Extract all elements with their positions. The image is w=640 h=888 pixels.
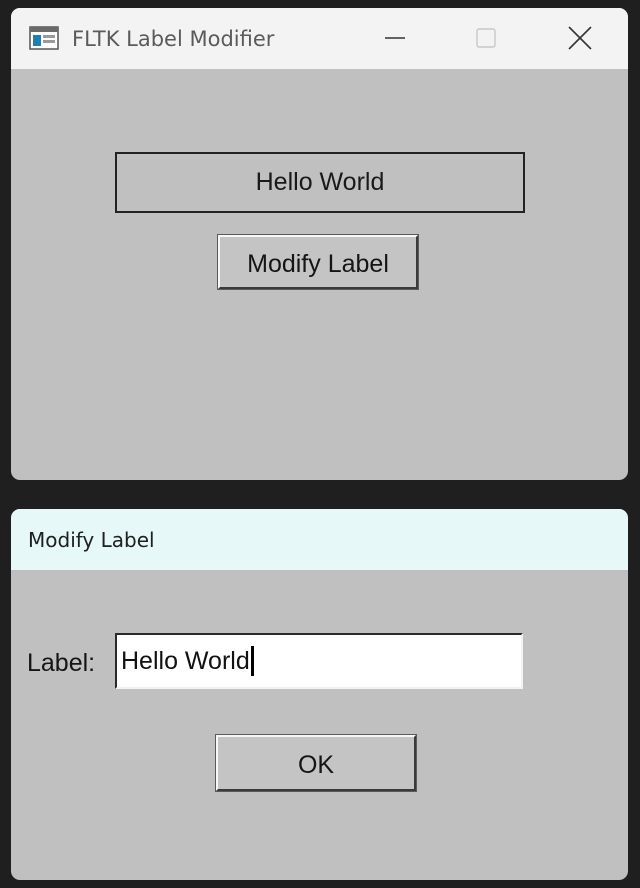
text-caret: [250, 645, 254, 676]
maximize-button[interactable]: [466, 18, 506, 58]
main-window: FLTK Label Modifier Hello World Modify L…: [11, 8, 628, 480]
ok-button[interactable]: OK: [216, 735, 416, 791]
dialog-title: Modify Label: [28, 528, 155, 552]
hello-label-box: Hello World: [115, 152, 525, 213]
main-titlebar[interactable]: FLTK Label Modifier: [11, 8, 628, 69]
dialog-titlebar[interactable]: Modify Label: [11, 509, 628, 570]
modify-label-dialog: Modify Label Label: Hello World OK: [11, 509, 628, 880]
label-field-label: Label:: [27, 649, 96, 677]
close-icon: [568, 26, 592, 50]
label-input[interactable]: Hello World: [115, 633, 523, 689]
minimize-icon: [385, 37, 405, 39]
minimize-button[interactable]: [375, 18, 415, 58]
app-window-icon: [29, 26, 59, 50]
modify-label-button[interactable]: Modify Label: [218, 235, 418, 289]
main-window-title: FLTK Label Modifier: [72, 27, 275, 51]
label-input-value: Hello World: [121, 647, 250, 675]
maximize-icon: [476, 28, 496, 48]
close-button[interactable]: [560, 18, 600, 58]
